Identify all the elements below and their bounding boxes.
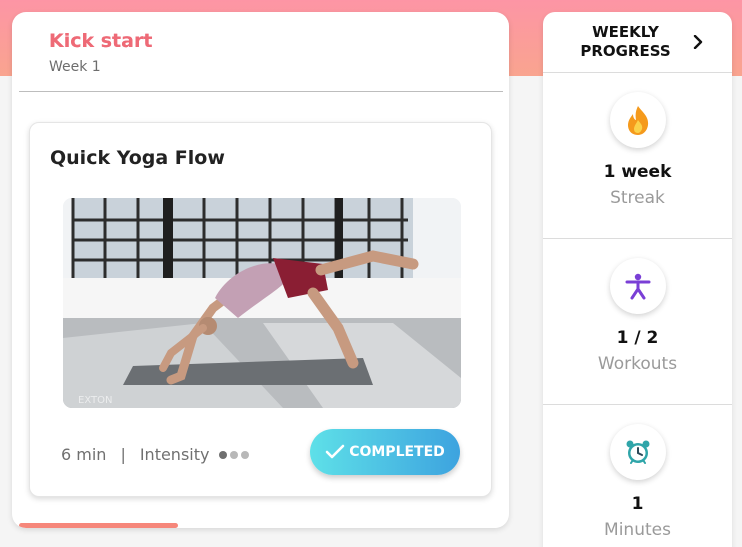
workouts-label: Workouts [597,354,678,374]
weekly-progress-title: WEEKLY PROGRESS [580,23,671,60]
stat-streak: 1 week Streak [543,73,732,239]
intensity-dot-3 [241,450,250,459]
minutes-label: Minutes [604,520,671,540]
chevron-right-icon[interactable] [691,35,705,49]
streak-label: Streak [610,188,665,208]
workout-title: Quick Yoga Flow [50,147,225,169]
completed-label: COMPLETED [349,444,445,460]
workouts-value: 1 / 2 [616,328,659,348]
workout-duration: 6 min [61,445,107,464]
svg-text:EXTON: EXTON [78,395,112,406]
flame-icon [610,92,666,148]
streak-value: 1 week [603,162,672,182]
check-icon [325,444,345,459]
workout-card[interactable]: Quick Yoga Flow EXTON 6 min | Intensity … [29,122,492,497]
divider [19,91,503,92]
program-title: Kick start [49,30,153,52]
intensity-label: Intensity [139,445,210,464]
alarm-clock-icon [610,424,666,480]
workout-thumbnail[interactable]: EXTON [63,198,461,408]
completed-button[interactable]: COMPLETED [310,429,460,475]
stat-workouts: 1 / 2 Workouts [543,239,732,405]
minutes-value: 1 [631,494,644,514]
meta-separator: | [120,445,126,464]
stat-minutes: 1 Minutes [543,405,732,547]
workout-meta: 6 min | Intensity [61,445,250,464]
program-progress-bar [19,523,178,528]
intensity-dot-1 [219,450,228,459]
intensity-dots [219,450,250,459]
weekly-progress-header[interactable]: WEEKLY PROGRESS [543,12,732,73]
program-card: Kick start Week 1 Quick Yoga Flow EXTON … [12,12,509,528]
person-exercise-icon [610,258,666,314]
program-week: Week 1 [49,59,101,75]
intensity-dot-2 [230,450,239,459]
weekly-progress-panel: WEEKLY PROGRESS 1 week Streak 1 / 2 Work… [543,12,732,547]
